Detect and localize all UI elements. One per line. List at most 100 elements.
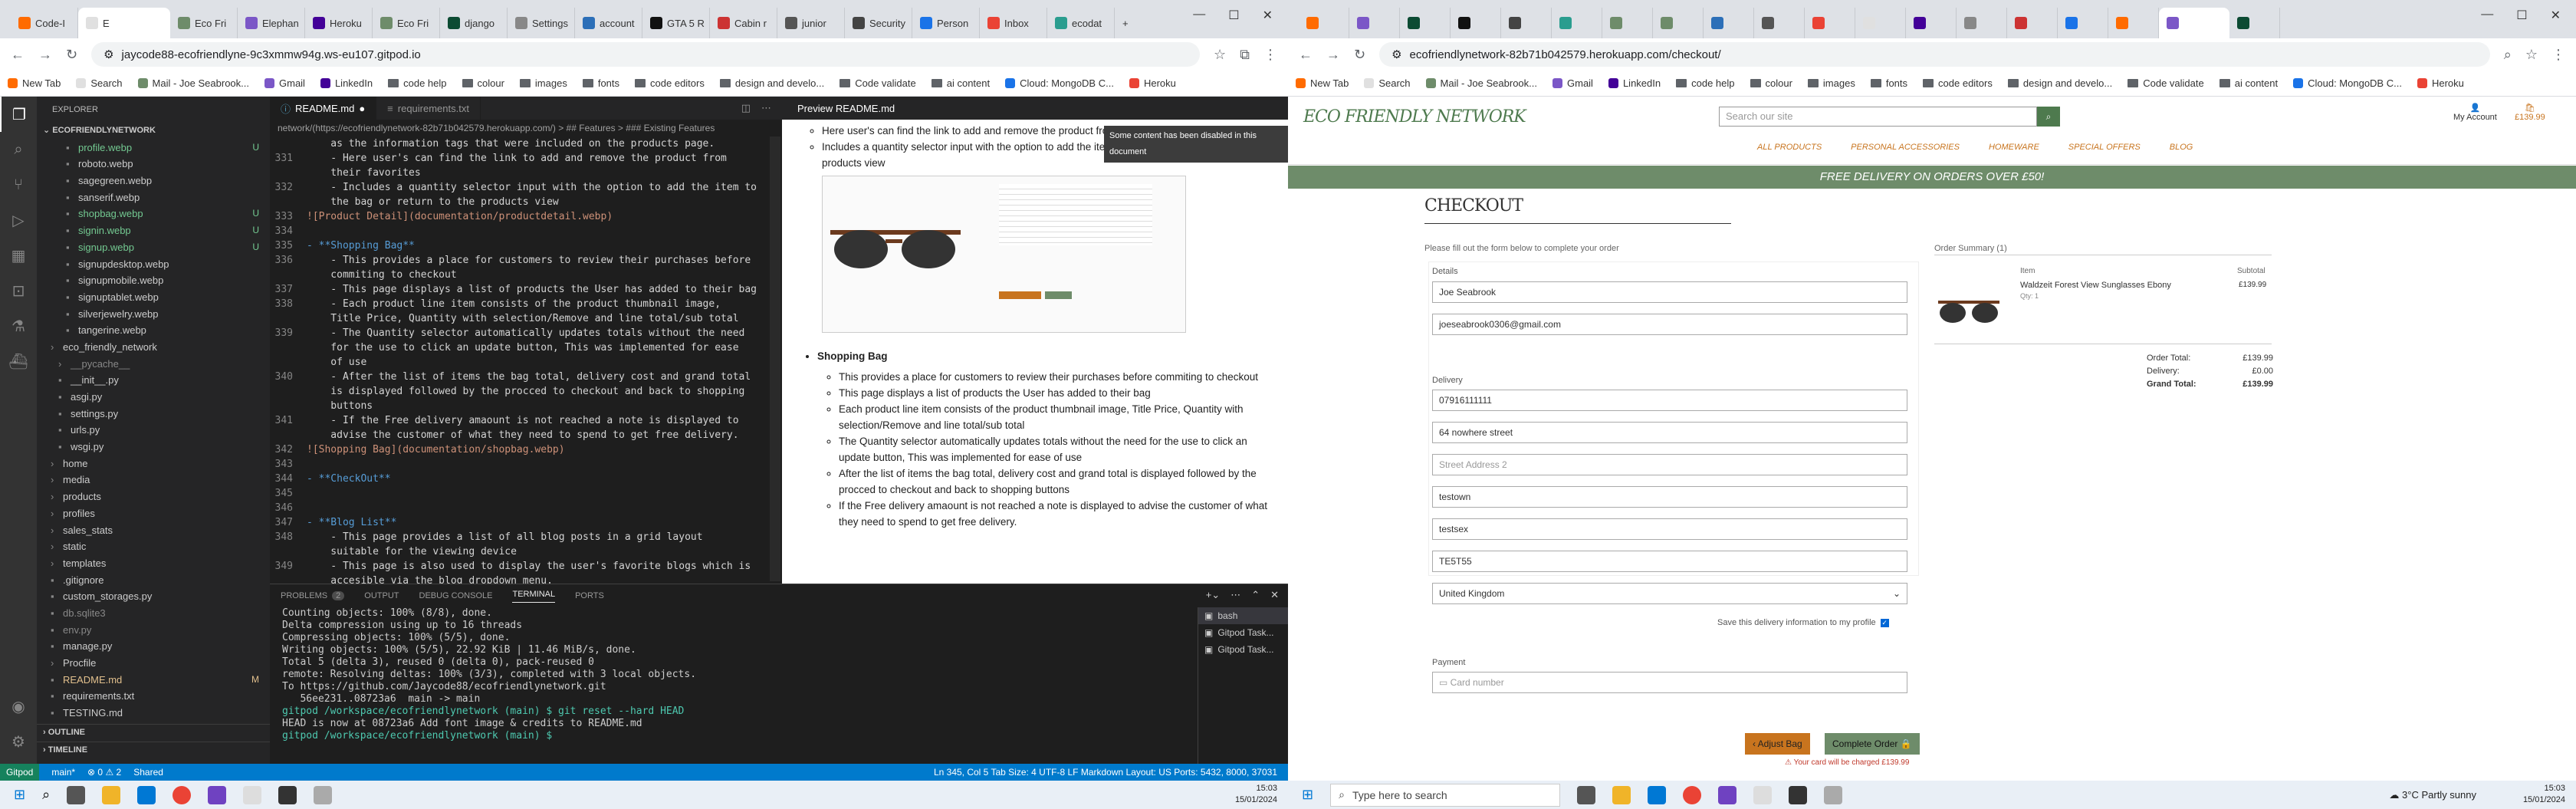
app-icon[interactable] [208,785,227,804]
minimize-icon[interactable]: — [1193,8,1205,23]
manage-gear-icon[interactable]: ⚙ [0,724,37,759]
site-search-button[interactable]: ⌕ [2037,107,2060,127]
file-tree-item[interactable]: ▪ TESTING.md [37,705,270,722]
extensions-icon[interactable]: ▦ [0,238,37,273]
bookmark-item[interactable]: Heroku [1129,77,1176,89]
bookmark-item[interactable]: Search [76,77,123,89]
app-icon[interactable] [1824,785,1843,804]
county-field[interactable]: testsex [1432,518,1907,540]
browser-tab[interactable] [2058,8,2108,38]
close-icon[interactable]: ✕ [2551,8,2561,23]
task-view-icon[interactable] [67,785,86,804]
browser-tab[interactable]: Person [912,8,980,38]
maximize-panel-icon[interactable]: ⌃ [1251,589,1260,601]
browser-tab[interactable]: ecodat [1047,8,1115,38]
browser-tab[interactable] [2229,8,2280,38]
browser-tab[interactable] [1501,8,1552,38]
bookmark-item[interactable]: colour [462,77,504,89]
forward-icon[interactable]: → [38,47,52,63]
nav-link[interactable]: HOMEWARE [1989,143,2039,152]
adjust-bag-button[interactable]: ‹ Adjust Bag [1745,733,1810,755]
file-tree-item[interactable]: › eco_friendly_network [37,339,270,356]
timeline-section[interactable]: › TIMELINE [37,742,270,758]
taskbar-search-box[interactable]: ⌕ Type here to search [1330,783,1561,807]
bookmark-item[interactable]: Code validate [2128,77,2204,89]
shopping-bag-link[interactable]: 🛍 £139.99 [2515,103,2545,122]
email-field[interactable]: joeseabrook0306@gmail.com [1432,314,1907,335]
bookmark-item[interactable]: fonts [582,77,619,89]
testing-icon[interactable]: ⚗ [0,308,37,344]
star-icon[interactable]: ☆ [2525,47,2538,63]
bookmark-item[interactable]: New Tab [8,77,61,89]
browser-tab[interactable] [2159,8,2229,38]
nav-link[interactable]: BLOG [2170,143,2193,152]
browser-tab[interactable]: django [440,8,508,38]
docker-icon[interactable]: ⛴ [0,344,37,379]
outline-section[interactable]: › OUTLINE [37,724,270,741]
run-debug-icon[interactable]: ▷ [0,202,37,238]
product-thumbnail[interactable] [1934,296,2003,328]
phone-field[interactable]: 07916111111 [1432,390,1907,411]
file-tree-item[interactable]: ▪ wsgi.py [37,439,270,455]
bookmark-item[interactable]: ai content [931,77,990,89]
tab-requirements[interactable]: ≡ requirements.txt [376,97,481,120]
bookmark-item[interactable]: code help [388,77,447,89]
git-branch[interactable]: main* [51,767,75,778]
file-tree-item[interactable]: ▪ .gitignore [37,572,270,589]
postcode-field[interactable]: TE5T55 [1432,551,1907,572]
file-tree-item[interactable]: ▪ __init__.py [37,372,270,389]
full-name-field[interactable]: Joe Seabrook [1432,281,1907,303]
panel-tab[interactable]: PROBLEMS 2 [281,591,345,600]
app-icon[interactable] [243,785,262,804]
left-clock[interactable]: 15:03 15/01/2024 [1235,783,1277,806]
menu-icon[interactable]: ⋮ [2551,47,2565,63]
reload-icon[interactable]: ↻ [1354,47,1365,63]
panel-tab[interactable]: OUTPUT [364,591,399,600]
site-search-input[interactable]: Search our site [1719,107,2037,127]
reload-icon[interactable]: ↻ [66,47,77,63]
file-tree-item[interactable]: › home [37,455,270,472]
browser-tab[interactable] [1805,8,1855,38]
maximize-icon[interactable]: ☐ [2516,8,2527,23]
task-view-icon[interactable] [1577,785,1596,804]
star-icon[interactable]: ☆ [1214,47,1226,63]
file-tree-item[interactable]: › templates [37,555,270,572]
chrome-icon[interactable] [172,785,192,804]
file-tree-item[interactable]: ▪ db.sqlite3 [37,605,270,622]
menu-icon[interactable]: ⋮ [1263,47,1277,63]
file-tree-item[interactable]: ▪ urls.py [37,422,270,439]
account-icon[interactable]: ◉ [0,689,37,724]
bookmark-item[interactable]: code editors [635,77,705,89]
url-input[interactable]: ⚙ ecofriendlynetwork-82b71b042579.heroku… [1379,42,2490,67]
browser-tab[interactable] [1451,8,1501,38]
browser-tab[interactable] [1754,8,1805,38]
bookmark-item[interactable]: New Tab [1296,77,1349,89]
terminal-list-item[interactable]: ▣ bash [1198,607,1288,624]
browser-tab[interactable]: junior [777,8,845,38]
back-icon[interactable]: ← [1299,47,1313,63]
browser-tab[interactable] [1653,8,1704,38]
url-input[interactable]: ⚙ jaycode88-ecofriendlyne-9c3xmmw94g.ws-… [91,42,1200,67]
browser-tab[interactable] [1602,8,1653,38]
browser-tab[interactable]: Eco Fri [170,8,238,38]
complete-order-button[interactable]: Complete Order 🔒 [1825,733,1920,755]
add-terminal-icon[interactable]: +⌄ [1206,589,1220,601]
street-address2-field[interactable]: Street Address 2 [1432,454,1907,475]
terminal-list-item[interactable]: ▣ Gitpod Task... [1198,624,1288,641]
nav-link[interactable]: ALL PRODUCTS [1757,143,1822,152]
remote-icon[interactable]: ⊡ [0,273,37,308]
file-tree-item[interactable]: › static [37,538,270,555]
file-tree-item[interactable]: ▪ sanserif.webp [37,189,270,206]
more-icon[interactable]: ⋯ [1230,589,1240,601]
file-tree-item[interactable]: ▪ env.py [37,622,270,639]
bookmark-item[interactable]: code editors [1923,77,1993,89]
browser-tab[interactable]: Eco Fri [373,8,440,38]
zoom-icon[interactable]: ⌕ [2504,47,2512,63]
more-actions-icon[interactable]: ⋯ [761,102,771,114]
browser-tab[interactable] [1552,8,1602,38]
browser-tab[interactable] [2007,8,2058,38]
browser-tab[interactable]: Cabin r [710,8,777,38]
browser-tab[interactable] [2108,8,2159,38]
source-control-icon[interactable]: ⑂ [0,167,37,202]
file-explorer-icon[interactable] [102,785,121,804]
